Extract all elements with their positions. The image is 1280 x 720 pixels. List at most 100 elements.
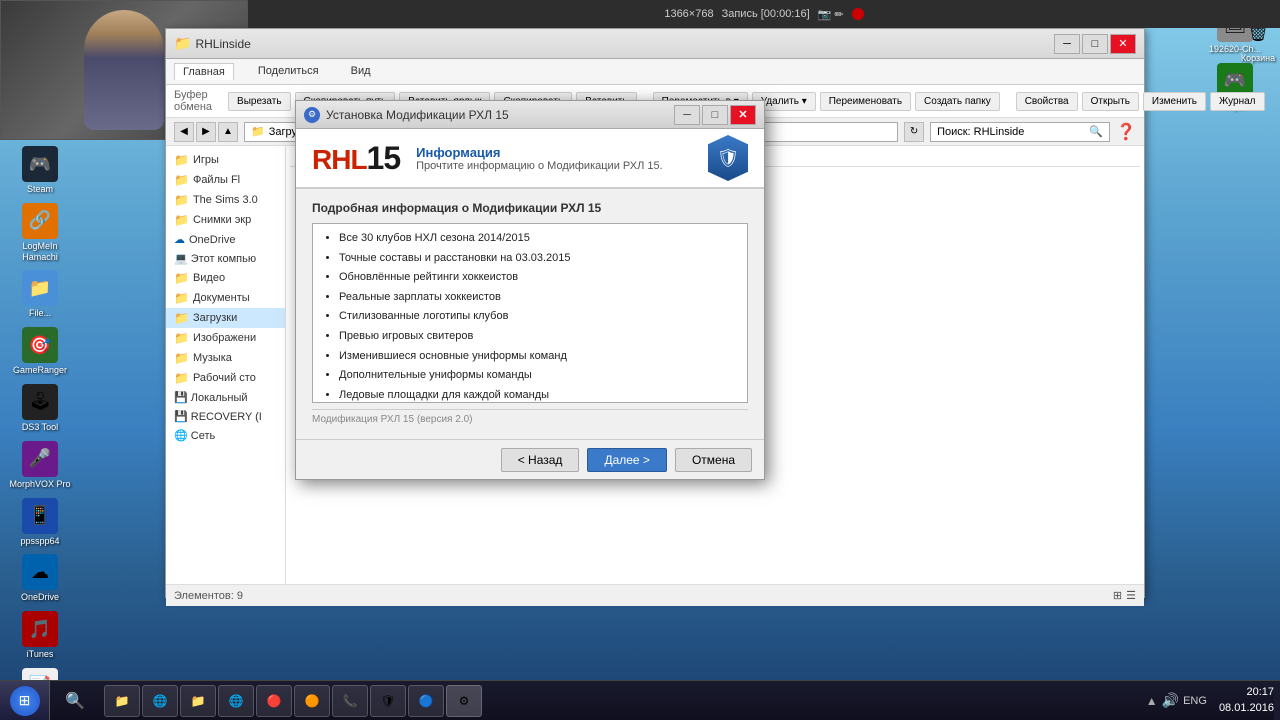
cancel-button[interactable]: Отмена xyxy=(675,448,752,472)
recording-time: Запись [00:00:16] xyxy=(722,8,810,20)
search-text: Поиск: RHLinside xyxy=(937,126,1024,138)
desktop-icon-ds3[interactable]: 🕹 DS3 Tool xyxy=(4,382,76,435)
dialog-scroll-area[interactable]: Все 30 клубов НХЛ сезона 2014/2015 Точны… xyxy=(312,223,748,403)
sidebar-item-docs[interactable]: 📁Документы xyxy=(166,288,285,308)
desktop-icon-onedrive[interactable]: ☁ OneDrive xyxy=(4,552,76,605)
systray-volume[interactable]: 🔊 xyxy=(1162,692,1179,709)
nav-buttons: ◀ ▶ ▲ xyxy=(174,122,238,142)
start-orb: ⊞ xyxy=(10,686,40,716)
desktop-icon-logmein[interactable]: 🔗 LogMeIn Hamachi xyxy=(4,201,76,265)
systray-expand[interactable]: ▲ xyxy=(1146,694,1158,708)
view-buttons: ⊞ ☰ xyxy=(1113,589,1136,602)
sidebar-item-screenshots[interactable]: 📁Снимки экр xyxy=(166,210,285,230)
help-icon[interactable]: ❓ xyxy=(1116,122,1136,142)
explorer-minimize-button[interactable]: ─ xyxy=(1054,34,1080,54)
feature-item: Изменившиеся основные униформы команд xyxy=(339,348,737,366)
ribbon-tab-home[interactable]: Главная xyxy=(174,63,234,80)
feature-item: Стилизованные логотипы клубов xyxy=(339,308,737,326)
ribbon-tab-view[interactable]: Вид xyxy=(343,63,379,80)
webcam-person xyxy=(84,10,164,130)
sidebar-item-network[interactable]: 🌐 Сеть xyxy=(166,426,285,445)
desktop-icon-steam[interactable]: 🎮 Steam xyxy=(4,144,76,197)
desktop-icon-ppsspp[interactable]: 📱 ppsspp64 xyxy=(4,496,76,549)
start-button[interactable]: ⊞ xyxy=(0,681,50,720)
taskbar-item-explorer[interactable]: 📁 xyxy=(104,685,140,717)
feature-item: Обновлённые рейтинги хоккеистов xyxy=(339,269,737,287)
rhl-logo: RHL15 xyxy=(312,140,400,177)
view-list-button[interactable]: ☰ xyxy=(1126,589,1136,602)
sidebar-item-video[interactable]: 📁Видео xyxy=(166,268,285,288)
desktop-icon-itunes[interactable]: 🎵 iTunes xyxy=(4,609,76,662)
taskbar-search-button[interactable]: 🔍 xyxy=(50,681,100,720)
view-grid-button[interactable]: ⊞ xyxy=(1113,589,1122,602)
nav-forward-button[interactable]: ▶ xyxy=(196,122,216,142)
taskbar-item-explorer2[interactable]: 📁 xyxy=(180,685,216,717)
sidebar-item-local[interactable]: 💾 Локальный xyxy=(166,388,285,407)
taskbar-item-ie2[interactable]: 🌐 xyxy=(218,685,254,717)
systray-language[interactable]: ENG xyxy=(1183,695,1207,707)
desktop-icon-morphvox[interactable]: 🎤 MorphVOX Pro xyxy=(4,439,76,492)
recording-icon: 📷 ✏ xyxy=(818,8,844,21)
logo-15: 15 xyxy=(367,140,401,177)
taskbar-item-ie1[interactable]: 🌐 xyxy=(142,685,178,717)
taskbar-item-phone[interactable]: 📞 xyxy=(332,685,368,717)
sidebar-item-recovery[interactable]: 💾 RECOVERY (I xyxy=(166,407,285,426)
toolbar-open-button[interactable]: Открыть xyxy=(1082,92,1139,111)
installer-dialog: ⚙ Установка Модификации РХЛ 15 ─ □ ✕ RHL… xyxy=(295,100,765,480)
sidebar-item-images[interactable]: 📁Изображени xyxy=(166,328,285,348)
explorer-status-bar: Элементов: 9 ⊞ ☰ xyxy=(166,584,1144,606)
nav-back-button[interactable]: ◀ xyxy=(174,122,194,142)
system-clock[interactable]: 20:17 08.01.2016 xyxy=(1219,685,1274,716)
status-count: Элементов: 9 xyxy=(174,590,243,602)
toolbar-history-button[interactable]: Журнал xyxy=(1210,92,1265,111)
dialog-footer: < Назад Далее > Отмена xyxy=(296,439,764,479)
sidebar-item-computer[interactable]: 💻 Этот компью xyxy=(166,249,285,268)
show-desktop-button[interactable] xyxy=(1274,681,1280,720)
explorer-close-button[interactable]: ✕ xyxy=(1110,34,1136,54)
desktop-icon-file[interactable]: 📁 File... xyxy=(4,268,76,321)
taskbar-item-shield[interactable]: 🛡 xyxy=(370,685,406,717)
explorer-maximize-button[interactable]: □ xyxy=(1082,34,1108,54)
sidebar-item-sims[interactable]: 📁The Sims 3.0 xyxy=(166,190,285,210)
installer-shield-icon: 🛡 xyxy=(708,135,748,181)
header-info: Информация Прочтите информацию о Модифик… xyxy=(416,145,692,172)
dialog-minimize-button[interactable]: ─ xyxy=(674,105,700,125)
sidebar-item-music[interactable]: 📁Музыка xyxy=(166,348,285,368)
sidebar-item-games[interactable]: 📁Игры xyxy=(166,150,285,170)
explorer-titlebar: 📁 RHLinside ─ □ ✕ xyxy=(166,29,1144,59)
next-button[interactable]: Далее > xyxy=(587,448,667,472)
taskbar-item-active[interactable]: ⚙ xyxy=(446,685,482,717)
dialog-close-button[interactable]: ✕ xyxy=(730,105,756,125)
toolbar-cut-button[interactable]: Вырезать xyxy=(228,92,290,111)
recording-resolution: 1366×768 xyxy=(664,8,713,20)
recording-indicator xyxy=(852,8,864,20)
toolbar-rename-button[interactable]: Переименовать xyxy=(820,92,911,111)
nav-up-button[interactable]: ▲ xyxy=(218,122,238,142)
search-icon: 🔍 xyxy=(1089,125,1103,138)
explorer-window-controls: ─ □ ✕ xyxy=(1054,34,1136,54)
taskbar-item-blue[interactable]: 🔵 xyxy=(408,685,444,717)
sidebar-item-desktop[interactable]: 📁Рабочий сто xyxy=(166,368,285,388)
search-box[interactable]: Поиск: RHLinside 🔍 xyxy=(930,122,1110,142)
taskbar-item-orange[interactable]: 🟠 xyxy=(294,685,330,717)
toolbar-edit-button[interactable]: Изменить xyxy=(1143,92,1206,111)
back-button[interactable]: < Назад xyxy=(501,448,580,472)
toolbar-new-folder-button[interactable]: Создать папку xyxy=(915,92,1000,111)
dialog-title-icon: ⚙ xyxy=(304,107,320,123)
refresh-button[interactable]: ↻ xyxy=(904,122,924,142)
sidebar-item-onedrive[interactable]: ☁OneDrive xyxy=(166,230,285,249)
ribbon-tab-share[interactable]: Поделиться xyxy=(250,63,327,80)
toolbar-properties-button[interactable]: Свойства xyxy=(1016,92,1078,111)
sidebar-item-downloads[interactable]: 📁Загрузки xyxy=(166,308,285,328)
explorer-ribbon-tabs: Главная Поделиться Вид xyxy=(166,59,1144,85)
dialog-titlebar: ⚙ Установка Модификации РХЛ 15 ─ □ ✕ xyxy=(296,101,764,129)
desktop-icon-gameranger[interactable]: 🎯 GameRanger xyxy=(4,325,76,378)
explorer-title-text: RHLinside xyxy=(195,37,1054,51)
logo-rhl: RHL xyxy=(312,144,367,176)
sidebar-item-files[interactable]: 📁Файлы Fl xyxy=(166,170,285,190)
taskbar-item-red[interactable]: 🔴 xyxy=(256,685,292,717)
feature-item: Превью игровых свитеров xyxy=(339,328,737,346)
dialog-maximize-button[interactable]: □ xyxy=(702,105,728,125)
feature-item: Реальные зарплаты хоккеистов xyxy=(339,289,737,307)
feature-item: Дополнительные униформы команды xyxy=(339,367,737,385)
